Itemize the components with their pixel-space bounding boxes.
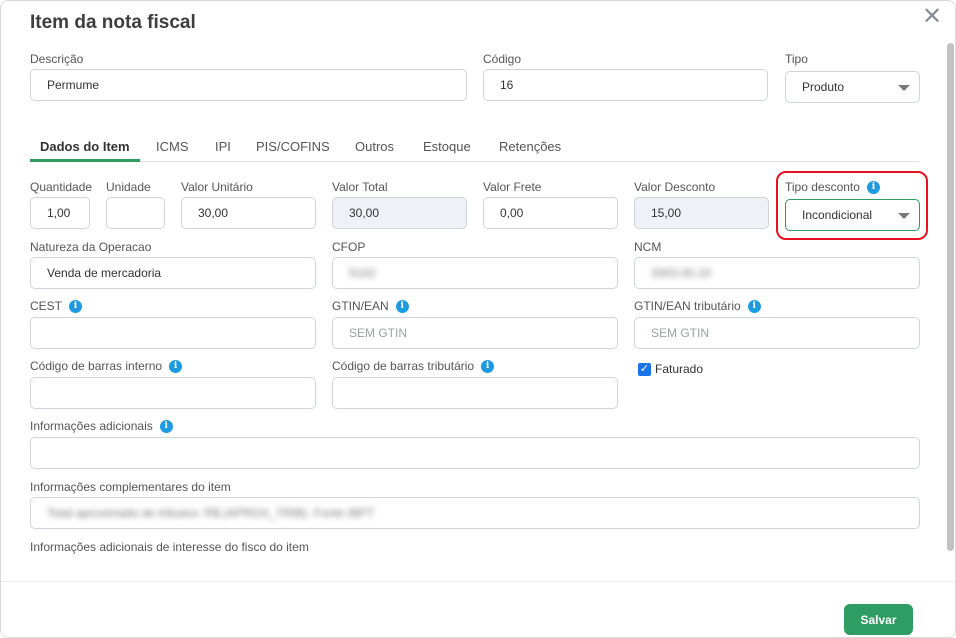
codigo-barras-tributario-label: Código de barras tributário i xyxy=(332,359,495,373)
cest-input[interactable] xyxy=(30,317,316,349)
quantidade-input[interactable]: 1,00 xyxy=(30,197,90,229)
tipo-select[interactable]: Produto xyxy=(785,71,920,103)
modal-footer xyxy=(1,581,955,637)
tab-bar: Dados do Item ICMS IPI PIS/COFINS Outros… xyxy=(30,139,919,162)
informacoes-complementares-input[interactable]: Total aproximado de tributos: R$ (APROX_… xyxy=(30,497,920,529)
save-button[interactable]: Salvar xyxy=(844,604,913,635)
valor-unitario-label: Valor Unitário xyxy=(181,180,253,194)
info-icon[interactable]: i xyxy=(159,419,173,433)
natureza-operacao-label: Natureza da Operacao xyxy=(30,240,152,254)
gtin-ean-tributario-input[interactable]: SEM GTIN xyxy=(634,317,920,349)
informacoes-fisco-label: Informações adicionais de interesse do f… xyxy=(30,540,309,554)
gtin-ean-label: GTIN/EAN i xyxy=(332,299,409,313)
info-icon[interactable]: i xyxy=(395,299,409,313)
cest-label-text: CEST xyxy=(30,299,63,313)
gtin-ean-tributario-label: GTIN/EAN tributário i xyxy=(634,299,761,313)
quantidade-label: Quantidade xyxy=(30,180,93,194)
unidade-input[interactable] xyxy=(106,197,165,229)
tab-pis-cofins[interactable]: PIS/COFINS xyxy=(246,139,340,162)
scrollbar-thumb[interactable] xyxy=(947,43,954,551)
cfop-input[interactable]: 5102 xyxy=(332,257,618,289)
close-icon[interactable]: ✕ xyxy=(921,5,943,29)
codigo-label: Código xyxy=(483,52,522,66)
codigo-barras-interno-input[interactable] xyxy=(30,377,316,409)
faturado-label: Faturado xyxy=(655,362,704,376)
item-modal: Item da nota fiscal ✕ Descrição Permume … xyxy=(0,0,956,638)
tab-outros[interactable]: Outros xyxy=(345,139,404,162)
codigo-barras-interno-label-text: Código de barras interno xyxy=(30,359,163,373)
tab-estoque[interactable]: Estoque xyxy=(413,139,481,162)
informacoes-complementares-value: Total aproximado de tributos: R$ (APROX_… xyxy=(47,506,375,520)
informacoes-adicionais-label: Informações adicionais i xyxy=(30,419,173,433)
modal-title: Item da nota fiscal xyxy=(30,12,196,33)
descricao-label: Descrição xyxy=(30,52,84,66)
codigo-barras-interno-label: Código de barras interno i xyxy=(30,359,183,373)
codigo-barras-tributario-input[interactable] xyxy=(332,377,618,409)
unidade-label: Unidade xyxy=(106,180,151,194)
gtin-ean-input[interactable]: SEM GTIN xyxy=(332,317,618,349)
highlight-outline xyxy=(776,171,928,240)
tipo-select-value: Produto xyxy=(802,80,845,94)
valor-frete-label: Valor Frete xyxy=(483,180,542,194)
gtin-ean-tributario-label-text: GTIN/EAN tributário xyxy=(634,299,741,313)
info-icon[interactable]: i xyxy=(169,359,183,373)
valor-frete-input[interactable]: 0,00 xyxy=(483,197,618,229)
informacoes-adicionais-input[interactable] xyxy=(30,437,920,469)
natureza-operacao-input[interactable]: Venda de mercadoria xyxy=(30,257,316,289)
ncm-value: 3303.00.10 xyxy=(651,266,712,280)
cfop-value: 5102 xyxy=(349,266,376,280)
faturado-checkbox[interactable]: ✓ Faturado xyxy=(638,362,703,376)
info-icon[interactable]: i xyxy=(481,359,495,373)
info-icon[interactable]: i xyxy=(747,299,761,313)
cfop-label: CFOP xyxy=(332,240,366,254)
tipo-label: Tipo xyxy=(785,52,808,66)
valor-desconto-input: 15,00 xyxy=(634,197,769,229)
codigo-barras-tributario-label-text: Código de barras tributário xyxy=(332,359,475,373)
tab-dados-do-item[interactable]: Dados do Item xyxy=(30,139,140,162)
tab-ipi[interactable]: IPI xyxy=(205,139,241,162)
chevron-down-icon xyxy=(898,85,910,91)
descricao-input[interactable]: Permume xyxy=(30,69,467,101)
valor-desconto-label: Valor Desconto xyxy=(634,180,716,194)
gtin-ean-label-text: GTIN/EAN xyxy=(332,299,389,313)
info-icon[interactable]: i xyxy=(69,299,83,313)
tab-icms[interactable]: ICMS xyxy=(146,139,199,162)
informacoes-complementares-label: Informações complementares do item xyxy=(30,480,231,494)
tab-retencoes[interactable]: Retenções xyxy=(489,139,571,162)
checkmark-icon[interactable]: ✓ xyxy=(638,362,651,376)
informacoes-adicionais-label-text: Informações adicionais xyxy=(30,419,153,433)
codigo-input[interactable]: 16 xyxy=(483,69,768,101)
valor-unitario-input[interactable]: 30,00 xyxy=(181,197,316,229)
valor-total-label: Valor Total xyxy=(332,180,388,194)
ncm-label: NCM xyxy=(634,240,662,254)
valor-total-input: 30,00 xyxy=(332,197,467,229)
cest-label: CEST i xyxy=(30,299,83,313)
ncm-input[interactable]: 3303.00.10 xyxy=(634,257,920,289)
